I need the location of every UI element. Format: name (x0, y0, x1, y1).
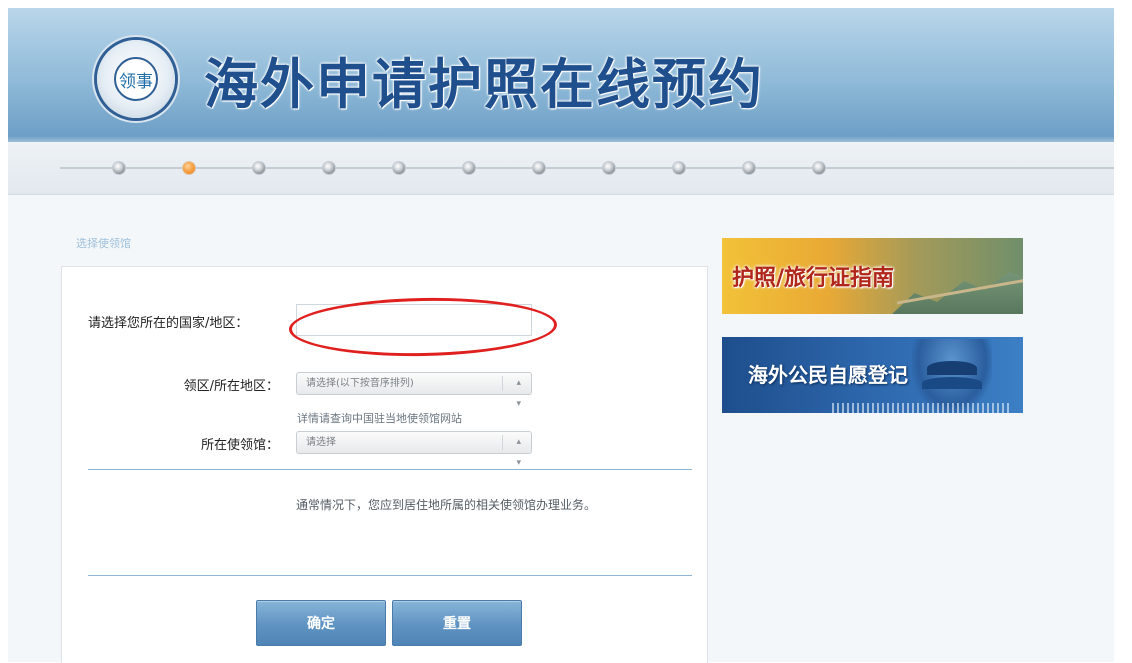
temple-railing (832, 403, 1012, 413)
section-title: 选择使领馆 (76, 237, 131, 250)
select-divider (502, 376, 503, 391)
citizen-registration-banner[interactable]: 海外公民自愿登记 (722, 337, 1023, 413)
step-dot (812, 161, 826, 175)
step-dot (112, 161, 126, 175)
region-select-value: 请选择(以下按音序排列) (306, 378, 414, 389)
region-hint: 详情请查询中国驻当地使领馆网站 (297, 412, 462, 425)
passport-guide-label: 护照/旅行证指南 (732, 266, 895, 291)
step-dot (742, 161, 756, 175)
consular-emblem-logo: 领事 (97, 40, 175, 118)
form-divider-top (88, 469, 692, 470)
updown-arrows-icon: ▴ ▾ (516, 437, 521, 468)
updown-arrows-icon: ▴ ▾ (516, 378, 521, 409)
confirm-button[interactable]: 确定 (256, 600, 386, 646)
step-dot (602, 161, 616, 175)
step-dot (252, 161, 266, 175)
step-dot (672, 161, 686, 175)
region-select[interactable]: 请选择(以下按音序排列) ▴ ▾ (296, 372, 532, 409)
select-divider (502, 435, 503, 450)
country-label: 请选择您所在的国家/地区： (88, 316, 249, 331)
step-line (60, 167, 1114, 169)
step-dot-active (182, 161, 196, 175)
region-label: 领区/所在地区： (183, 379, 279, 394)
consulate-label: 所在使领馆： (200, 438, 279, 453)
reset-button[interactable]: 重置 (392, 600, 522, 646)
step-dot (322, 161, 336, 175)
consulate-select-value: 请选择 (306, 437, 336, 448)
temple-roof-lower (922, 377, 982, 389)
consulate-note: 通常情况下，您应到居住地所属的相关使领馆办理业务。 (296, 498, 597, 512)
step-dot (392, 161, 406, 175)
temple-of-heaven-graphic (912, 339, 992, 413)
passport-guide-banner[interactable]: 护照/旅行证指南 (722, 238, 1023, 314)
form-divider-bottom (88, 575, 692, 576)
step-dot (532, 161, 546, 175)
step-progress-bar (8, 142, 1114, 195)
page-frame: 领事 海外申请护照在线预约 选择使领馆 请选择您所在的国家/地区： 领区/所在地… (8, 8, 1114, 663)
country-input[interactable] (296, 304, 532, 336)
page-title: 海外申请护照在线预约 (204, 52, 764, 116)
header-banner: 领事 海外申请护照在线预约 (8, 8, 1114, 142)
citizen-registration-label: 海外公民自愿登记 (748, 363, 908, 387)
emblem-text: 领事 (114, 57, 158, 101)
consulate-select[interactable]: 请选择 ▴ ▾ (296, 431, 532, 468)
step-dot (462, 161, 476, 175)
temple-roof (927, 361, 977, 375)
